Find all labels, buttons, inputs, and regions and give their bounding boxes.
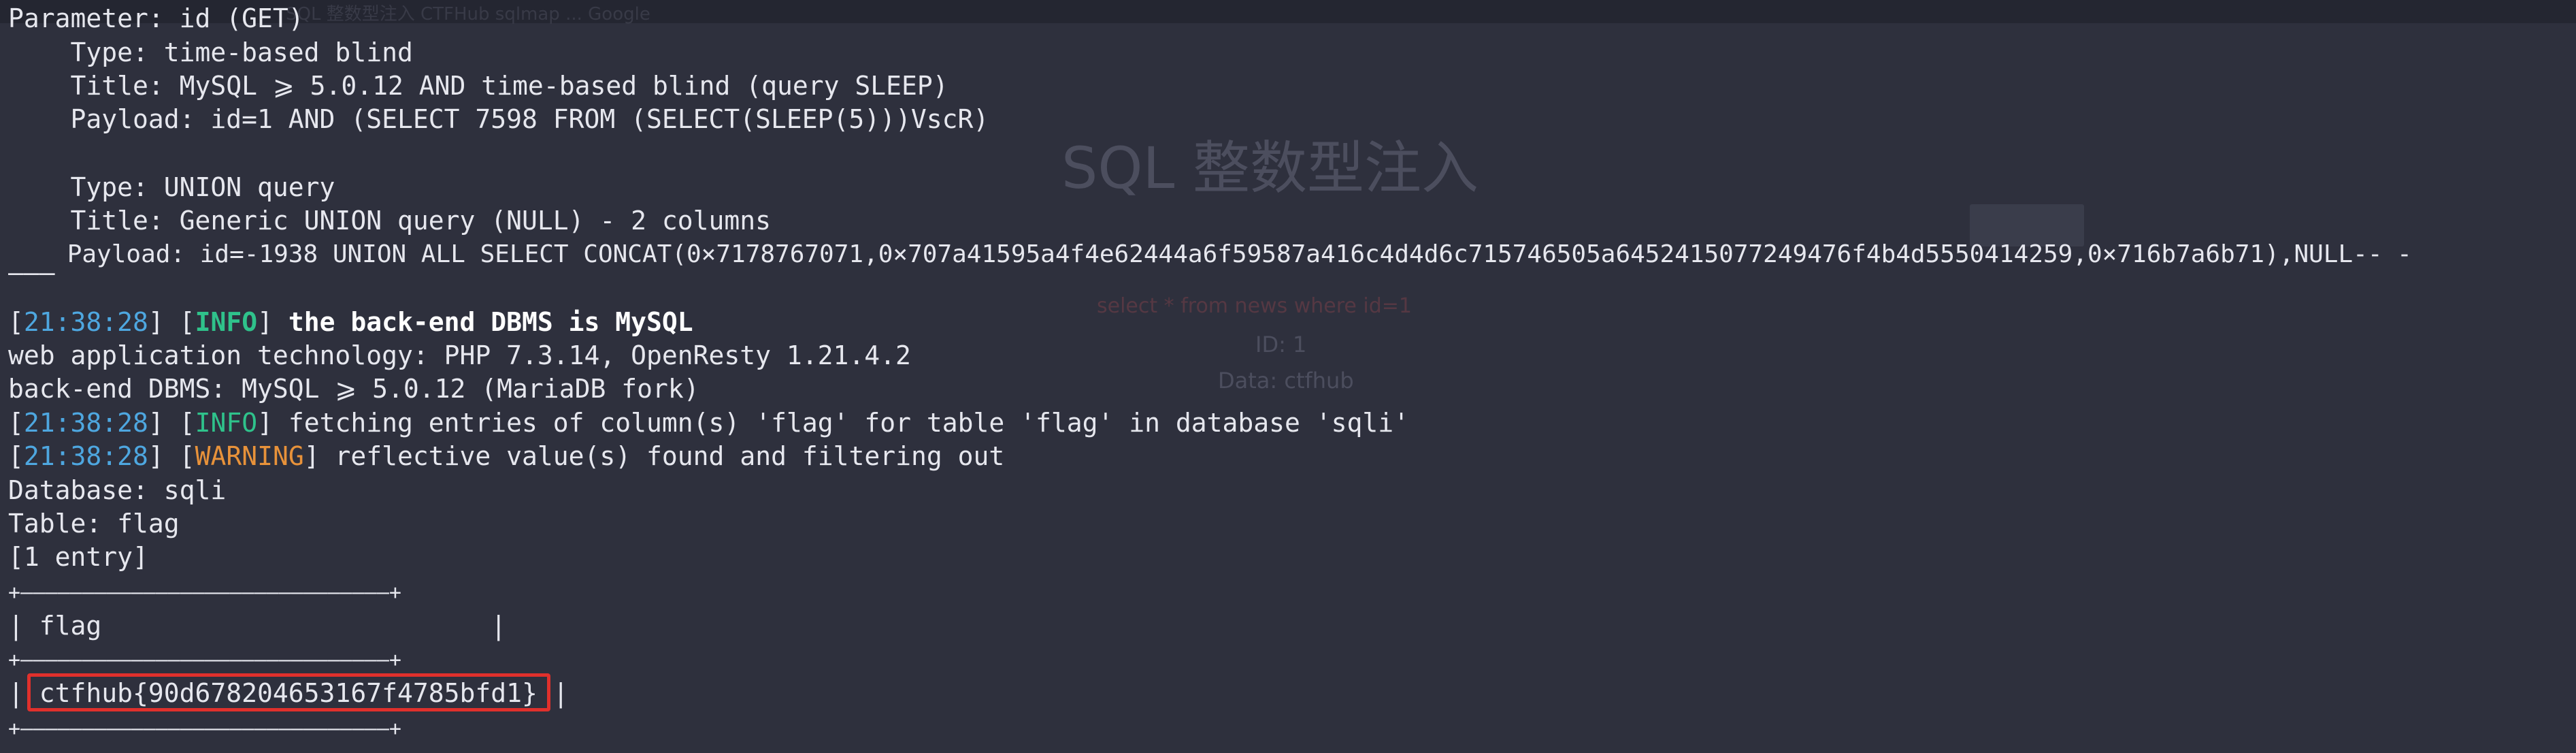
log-timestamp: 21:38:28 [23, 307, 148, 337]
technique-2-title: Title: Generic UNION query (NULL) - 2 co… [8, 206, 772, 236]
log-level-info: INFO [195, 307, 258, 337]
log-timestamp: 21:38:28 [23, 408, 148, 438]
terminal-output: Parameter: id (GET) Type: time-based bli… [0, 0, 2576, 753]
log-message: reflective value(s) found and filtering … [319, 441, 1005, 471]
database-line: Database: sqli [8, 475, 227, 505]
technique-1-payload: Payload: id=1 AND (SELECT 7598 FROM (SEL… [8, 104, 989, 134]
backend-dbms-line: back-end DBMS: MySQL ⩾ 5.0.12 (MariaDB f… [8, 374, 699, 404]
log-line-dbms: [21:38:28] [INFO] the back-end DBMS is M… [8, 307, 693, 337]
entry-count-line: [1 entry] [8, 542, 148, 572]
log-line-fetching: [21:38:28] [INFO] fetching entries of co… [8, 408, 1410, 438]
technique-2-payload: Payload: id=-1938 UNION ALL SELECT CONCA… [8, 240, 2412, 268]
table-line: Table: flag [8, 509, 180, 539]
log-line-warning: [21:38:28] [WARNING] reflective value(s)… [8, 441, 1005, 471]
technique-1-title: Title: MySQL ⩾ 5.0.12 AND time-based bli… [8, 71, 948, 101]
technique-1-type: Type: time-based blind [8, 37, 413, 67]
separator-line: ——— [8, 257, 55, 287]
result-table-header: | flag | [8, 611, 507, 641]
result-table-top-border: +——————————————————————————————+ [8, 581, 401, 605]
log-level-info: INFO [195, 408, 258, 438]
log-message: fetching entries of column(s) 'flag' for… [272, 408, 1410, 438]
flag-highlight-box [27, 673, 550, 711]
technique-2-type: Type: UNION query [8, 172, 335, 202]
log-timestamp: 21:38:28 [23, 441, 148, 471]
log-message: the back-end DBMS is MySQL [272, 307, 693, 337]
result-table-mid-border: +——————————————————————————————+ [8, 648, 401, 672]
result-table-bottom-border: +——————————————————————————————+ [8, 717, 401, 741]
web-technology-line: web application technology: PHP 7.3.14, … [8, 340, 911, 370]
log-level-warning: WARNING [195, 441, 304, 471]
parameter-line: Parameter: id (GET) [8, 3, 304, 33]
